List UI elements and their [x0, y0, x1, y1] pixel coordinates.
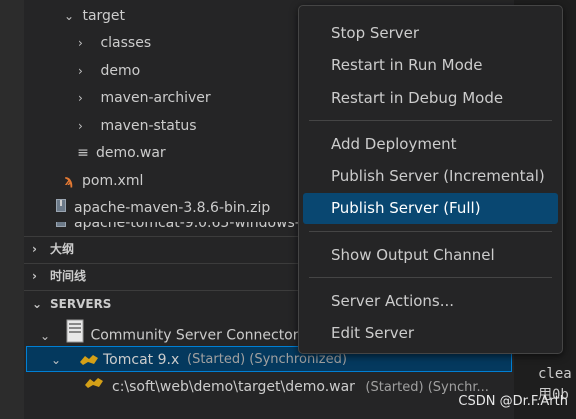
deployment-status: (Started) (Synchr... [365, 380, 489, 395]
tree-item-label: classes [100, 35, 152, 51]
terminal-line: clea [538, 366, 572, 382]
tomcat-label: Tomcat 9.x [103, 352, 180, 368]
chevron-right-icon: › [32, 269, 37, 283]
chevron-right-icon: › [32, 242, 37, 256]
tree-item-label: apache-maven-3.8.6-bin.zip [74, 200, 271, 216]
deployment-path: c:\soft\web\demo\target\demo.war [112, 379, 355, 395]
activity-bar [0, 0, 24, 419]
context-menu: Stop Server Restart in Run Mode Restart … [298, 5, 563, 354]
tree-item-classes[interactable]: › classes [78, 30, 151, 56]
menu-separator [309, 120, 552, 121]
server-connector-label: Community Server Connector [90, 327, 299, 344]
menu-item-server-actions[interactable]: Server Actions... [303, 286, 558, 317]
tree-item-label: pom.xml [82, 173, 144, 189]
file-lines-icon: ≡ [77, 145, 89, 161]
menu-item-restart-debug[interactable]: Restart in Debug Mode [303, 83, 558, 114]
menu-item-show-output[interactable]: Show Output Channel [303, 240, 558, 271]
chevron-down-icon: ⌄ [51, 353, 62, 367]
tree-item-maven-status[interactable]: › maven-status [78, 113, 197, 139]
section-title: 时间线 [50, 269, 87, 283]
menu-item-edit-server[interactable]: Edit Server [303, 318, 558, 349]
zip-file-icon [54, 222, 68, 236]
chevron-right-icon: › [78, 119, 83, 133]
tree-item-label: demo.war [96, 145, 166, 161]
menu-separator [309, 277, 552, 278]
menu-separator [309, 231, 552, 232]
chevron-right-icon: › [78, 91, 83, 105]
tree-item-label: maven-archiver [100, 90, 211, 106]
tree-item-demo-war[interactable]: ≡ demo.war [76, 140, 166, 166]
deployment-row[interactable]: c:\soft\web\demo\target\demo.war (Starte… [84, 374, 489, 400]
chevron-down-icon: ⌄ [32, 297, 43, 311]
chevron-down-icon: ⌄ [40, 328, 51, 343]
chevron-right-icon: › [78, 36, 83, 50]
zip-file-icon [54, 195, 68, 221]
tree-item-label: target [82, 8, 126, 24]
chevron-right-icon: › [78, 64, 83, 78]
tree-item-target[interactable]: ⌄ target [64, 3, 125, 29]
server-connector-row[interactable]: ⌄ Community Server Connector [40, 319, 299, 345]
section-title: 大纲 [50, 242, 75, 256]
section-title: SERVERS [50, 297, 112, 311]
tree-item-maven-zip[interactable]: apache-maven-3.8.6-bin.zip [54, 195, 270, 221]
rss-icon: ϡ [64, 173, 74, 189]
tree-item-label: demo [100, 63, 141, 79]
tomcat-icon [79, 347, 99, 373]
menu-item-stop-server[interactable]: Stop Server [303, 18, 558, 49]
menu-item-publish-full[interactable]: Publish Server (Full) [303, 193, 558, 224]
watermark: CSDN @Dr.F.Arth [458, 394, 568, 409]
tree-item-maven-archiver[interactable]: › maven-archiver [78, 85, 211, 111]
tomcat-icon [84, 374, 104, 400]
menu-item-restart-run[interactable]: Restart in Run Mode [303, 50, 558, 81]
tree-item-pom-xml[interactable]: ϡ pom.xml [62, 168, 144, 194]
menu-item-publish-incremental[interactable]: Publish Server (Incremental) [303, 161, 558, 192]
tree-item-label: maven-status [100, 118, 197, 134]
chevron-down-icon: ⌄ [64, 9, 75, 23]
menu-item-add-deployment[interactable]: Add Deployment [303, 129, 558, 160]
tree-item-demo[interactable]: › demo [78, 58, 140, 84]
